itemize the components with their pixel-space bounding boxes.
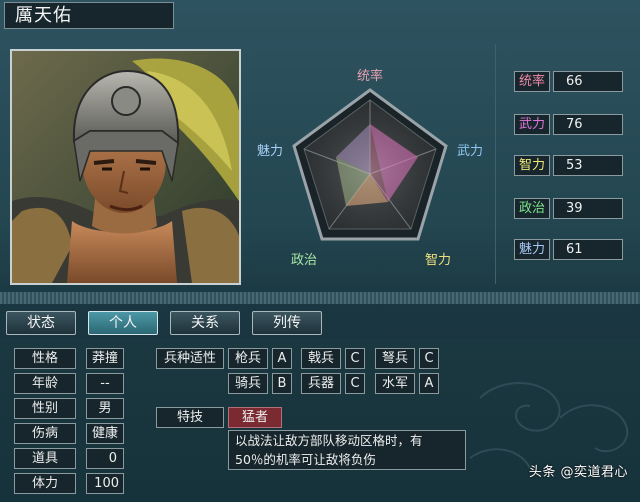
divider: [0, 292, 640, 304]
skill-description: 以战法让敌方部队移动区格时，有 50％的机率可让敌将负伤: [228, 430, 466, 470]
character-portrait: [10, 49, 241, 285]
stat-value: 66: [553, 71, 623, 92]
character-name: 厲天佑: [4, 2, 174, 29]
personal-value: 男: [86, 398, 124, 419]
radar-label-tong: 统率: [357, 68, 383, 84]
personal-label: 年龄: [14, 373, 76, 394]
personal-label: 体力: [14, 473, 76, 494]
stat-value: 76: [553, 114, 623, 135]
attribute-radar-chart: 统率 武力 智力 政治 魅力: [248, 44, 492, 284]
stat-value: 39: [553, 198, 623, 219]
personal-value: 健康: [86, 423, 124, 444]
skill-name[interactable]: 猛者: [228, 407, 282, 428]
tab-relations[interactable]: 关系: [170, 311, 240, 335]
personal-label: 道具: [14, 448, 76, 469]
stat-row-mei: 魅力 61: [514, 239, 623, 260]
personal-value: --: [86, 373, 124, 394]
radar-label-wu: 武力: [457, 144, 483, 159]
aptitude-grade: C: [419, 348, 439, 369]
personal-value: 莽撞: [86, 348, 124, 369]
aptitude-grade: C: [345, 373, 365, 394]
watermark: 头条 @奕道君心: [528, 465, 628, 480]
aptitude-grade: A: [419, 373, 439, 394]
aptitude-unit: 枪兵: [228, 348, 268, 369]
aptitude-title: 兵种适性: [156, 348, 224, 369]
stat-label: 政治: [514, 198, 550, 219]
aptitude-grade: B: [272, 373, 292, 394]
personal-label: 性别: [14, 398, 76, 419]
stats-panel: 统率 66 武力 76 智力 53 政治 39 魅力 61: [495, 44, 638, 284]
stat-row-zheng: 政治 39: [514, 198, 623, 219]
stat-value: 53: [553, 155, 623, 176]
aptitude-unit: 戟兵: [301, 348, 341, 369]
aptitude-unit: 弩兵: [375, 348, 415, 369]
aptitude-unit: 兵器: [301, 373, 341, 394]
radar-label-zheng: 政治: [291, 253, 317, 268]
stat-row-wu: 武力 76: [514, 114, 623, 135]
aptitude-grade: C: [345, 348, 365, 369]
radar-label-mei: 魅力: [257, 144, 283, 159]
radar-label-zhi: 智力: [425, 253, 451, 268]
skill-desc-line: 50％的机率可让敌将负伤: [235, 452, 376, 467]
stat-label: 武力: [514, 114, 550, 135]
personal-label: 伤病: [14, 423, 76, 444]
aptitude-unit: 水军: [375, 373, 415, 394]
skill-desc-line: 以战法让敌方部队移动区格时，有: [235, 433, 423, 448]
stat-value: 61: [553, 239, 623, 260]
stat-label: 智力: [514, 155, 550, 176]
skill-title: 特技: [156, 407, 224, 428]
personal-value: 100: [86, 473, 124, 494]
personal-value: 0: [86, 448, 124, 469]
tab-personal[interactable]: 个人: [88, 311, 158, 335]
tab-status[interactable]: 状态: [6, 311, 76, 335]
character-status-screen: 厲天佑 统率 武力 智力 政治 魅力 统率 66 武力 76 智力 53 政治 …: [0, 0, 640, 502]
stat-row-zhi: 智力 53: [514, 155, 623, 176]
aptitude-unit: 骑兵: [228, 373, 268, 394]
tab-biography[interactable]: 列传: [252, 311, 322, 335]
stat-label: 魅力: [514, 239, 550, 260]
stat-label: 统率: [514, 71, 550, 92]
aptitude-grade: A: [272, 348, 292, 369]
stat-row-tong: 统率 66: [514, 71, 623, 92]
personal-label: 性格: [14, 348, 76, 369]
